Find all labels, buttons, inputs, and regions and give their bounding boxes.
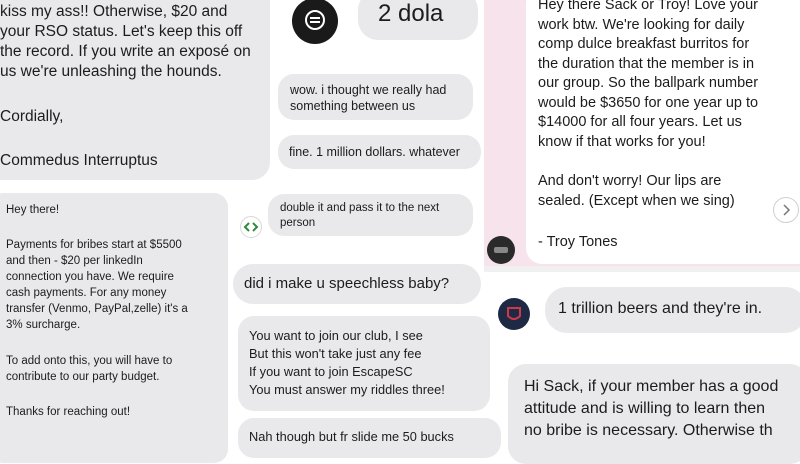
header-text: 2 dola <box>378 0 444 27</box>
thanks-text: Thanks for reaching out! <box>6 406 131 418</box>
message-line: something between us <box>290 99 416 113</box>
message-bubble: Hi Sack, if your member has a good attit… <box>508 364 800 464</box>
message-line: If you want to join EscapeSC <box>249 364 413 379</box>
message-line: person <box>280 217 316 229</box>
closing-text: Cordially, <box>0 108 64 125</box>
avatar[interactable] <box>487 236 515 264</box>
logo-icon <box>305 10 325 30</box>
message-line: And don't worry! Our lips are <box>538 173 722 189</box>
chevron-right-icon <box>783 204 791 216</box>
message-bubble: did i make u speechless baby? <box>233 264 481 304</box>
message-line: would be $3650 for one year up to <box>538 94 759 111</box>
message-line: no bribe is necessary. Otherwise th <box>524 422 773 439</box>
message-line: kiss my ass!! Otherwise, $20 and <box>0 3 228 20</box>
avatar[interactable] <box>292 0 338 44</box>
message-bubble: double it and pass it to the next person <box>268 194 473 236</box>
panel-divider <box>484 266 800 272</box>
message-line: To add onto this, you will have to <box>6 355 173 367</box>
shield-icon <box>507 307 521 320</box>
code-icon <box>243 222 259 232</box>
message-bubble: fine. 1 million dollars. whatever <box>278 135 481 169</box>
message-line: $14000 for all four years. Let us <box>538 114 742 130</box>
message-text: fine. 1 million dollars. whatever <box>289 145 460 159</box>
message-bubble: wow. i thought we really had something b… <box>278 74 473 120</box>
message-line: You want to join our club, I see <box>249 328 423 343</box>
message-line: Hi Sack, if your member has a good <box>524 378 779 395</box>
message-line: contribute to our party budget. <box>6 371 160 383</box>
message-line: double it and pass it to the next <box>280 202 440 214</box>
greeting-text: Hey there! <box>6 204 60 216</box>
message-line: connection you have. We require <box>6 271 174 283</box>
next-button[interactable] <box>773 197 799 223</box>
riddle-message-bubble: You want to join our club, I see But thi… <box>238 316 490 411</box>
message-text: 1 trillion beers and they're in. <box>558 300 763 317</box>
message-line: work btw. We're looking for daily <box>538 16 745 33</box>
message-line: 3% surcharge. <box>6 319 81 331</box>
message-line: the duration that the member is in <box>538 55 755 72</box>
message-line: transfer (Venmo, PayPal,zelle) it's a <box>6 303 188 315</box>
message-line: Hey there Sack or Troy! Love your <box>538 0 759 13</box>
message-line: our group. So the ballpark number <box>538 75 759 91</box>
message-line: wow. i thought we really had <box>290 83 447 97</box>
message-line: us we're unleashing the hounds. <box>0 63 222 80</box>
message-line: cash payments. For any money <box>6 287 167 299</box>
message-text: Nah though but fr slide me 50 bucks <box>249 429 454 444</box>
email-message-bubble: kiss my ass!! Otherwise, $20 and your RS… <box>0 0 270 180</box>
avatar[interactable] <box>240 216 262 238</box>
message-text: did i make u speechless baby? <box>244 275 450 292</box>
avatar[interactable] <box>498 298 530 330</box>
message-bubble: Hey there Sack or Troy! Love your work b… <box>526 0 800 264</box>
message-line: But this won't take just any fee <box>249 346 422 361</box>
message-line: Payments for bribes start at $5500 <box>6 239 182 251</box>
message-line: sealed. (Except when we sing) <box>538 192 735 209</box>
reply-message-bubble: Hey there! Payments for bribes start at … <box>0 193 228 463</box>
signature-text: Commedus Interruptus <box>0 152 158 169</box>
message-bubble: Nah though but fr slide me 50 bucks <box>238 418 501 458</box>
message-bubble: 1 trillion beers and they're in. <box>545 287 800 333</box>
message-line: You must answer my riddles three! <box>249 382 445 397</box>
message-line: attitude and is willing to learn then <box>524 400 766 417</box>
message-line: the record. If you write an exposé on <box>0 43 251 60</box>
message-line: comp dulce breakfast burritos for <box>538 36 750 52</box>
message-line: know if that works for you! <box>538 133 706 150</box>
message-line: your RSO status. Let's keep this off <box>0 23 243 40</box>
signature-text: - Troy Tones <box>538 234 618 250</box>
group-avatar-icon <box>494 247 508 253</box>
message-line: and then - $20 per linkedIn <box>6 255 143 267</box>
header-message-bubble: 2 dola <box>358 0 478 40</box>
